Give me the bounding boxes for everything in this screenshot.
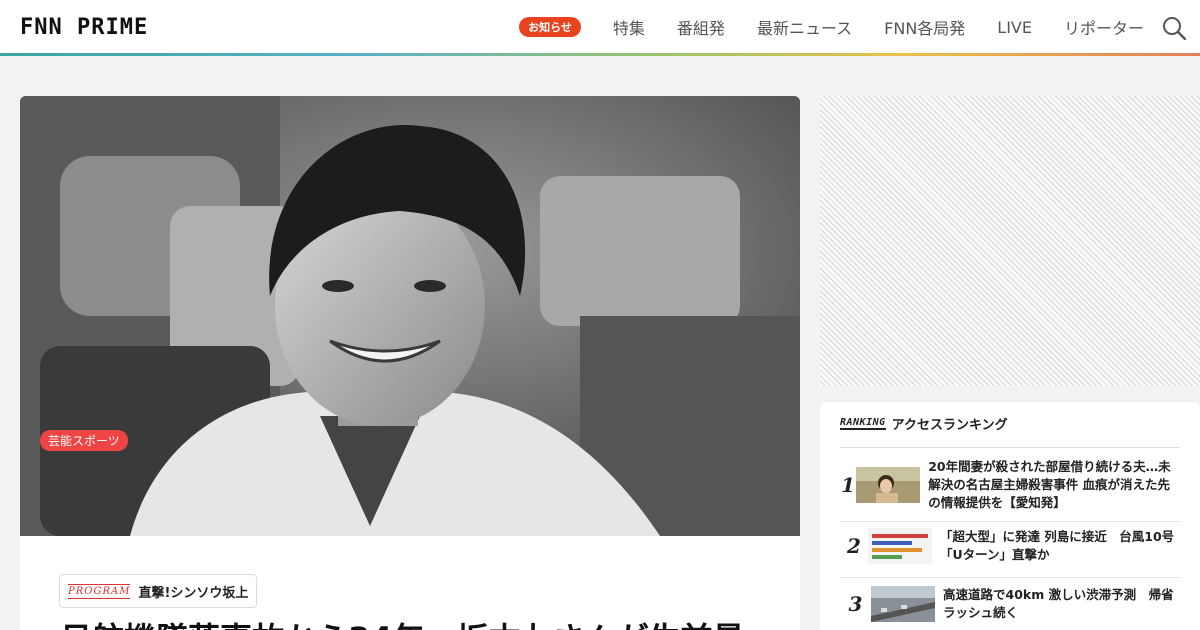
nav-item-reporters[interactable]: リポーター (1064, 15, 1144, 39)
ranking-thumbnail (856, 467, 921, 503)
ranking-item[interactable]: 3 高速道路で40km 激しい渋滞予測 帰省ラッシュ続く (840, 586, 1180, 622)
ranking-separator (840, 577, 1180, 578)
ranking-title: アクセスランキング (891, 418, 1008, 433)
rank-number: 2 (847, 534, 861, 558)
nav-item-latest-news[interactable]: 最新ニュース (757, 15, 852, 39)
ranking-separator (840, 521, 1180, 522)
ranking-thumbnail (871, 586, 936, 622)
ranking-text: 20年間妻が殺された部屋借り続ける夫…未解決の名古屋主婦殺害事件 血痕が消えた先… (928, 459, 1171, 510)
nav-item-notice[interactable]: お知らせ (519, 17, 581, 37)
ranking-header: RANKING アクセスランキング (840, 414, 1008, 433)
hero-photo-illustration (20, 96, 800, 536)
nav-item-fnn-stations[interactable]: FNN各局発 (884, 15, 965, 39)
site-header: FNN PRIME お知らせ 特集 番組発 最新ニュース FNN各局発 LIVE… (0, 0, 1200, 54)
program-tag[interactable]: PROGRAM 直撃!シンソウ坂上 (59, 574, 258, 608)
search-icon[interactable] (1162, 16, 1186, 40)
ranking-divider (840, 447, 1180, 448)
logo-text: FNN PRIME (20, 14, 149, 40)
nav-item-live[interactable]: LIVE (997, 18, 1032, 37)
category-badge[interactable]: 芸能スポーツ (40, 430, 128, 451)
hero-photo[interactable] (20, 96, 800, 536)
ranking-thumbnail (867, 528, 932, 564)
header-color-stripe (0, 53, 1200, 56)
ad-placeholder (820, 96, 1200, 386)
main-nav: お知らせ 特集 番組発 最新ニュース FNN各局発 LIVE リポーター (519, 0, 1144, 54)
program-logo: PROGRAM (68, 583, 131, 599)
ranking-text: 高速道路で40km 激しい渋滞予測 帰省ラッシュ続く (943, 587, 1174, 620)
ranking-panel: RANKING アクセスランキング 1 20年間妻が殺された部屋借り続ける夫…未… (820, 402, 1200, 630)
program-name: 直撃!シンソウ坂上 (138, 585, 249, 601)
rank-number: 3 (848, 592, 863, 616)
article-card[interactable]: PROGRAM 直撃!シンソウ坂上 日航機墜落事故から34年 坂本九さんが生前最 (20, 96, 800, 630)
article-headline[interactable]: 日航機墜落事故から34年 坂本九さんが生前最 (60, 614, 780, 630)
ranking-logo: RANKING (840, 417, 886, 430)
nav-item-programs[interactable]: 番組発 (677, 15, 725, 39)
ranking-text: 「超大型」に発達 列島に接近 台風10号「Uターン」直撃か (939, 529, 1175, 562)
nav-item-features[interactable]: 特集 (613, 15, 645, 39)
ranking-item[interactable]: 1 20年間妻が殺された部屋借り続ける夫…未解決の名古屋主婦殺害事件 血痕が消え… (840, 458, 1180, 512)
ranking-item[interactable]: 2 「超大型」に発達 列島に接近 台風10号「Uターン」直撃か (840, 528, 1180, 564)
site-logo[interactable]: FNN PRIME (20, 13, 148, 41)
rank-number: 1 (841, 473, 856, 497)
